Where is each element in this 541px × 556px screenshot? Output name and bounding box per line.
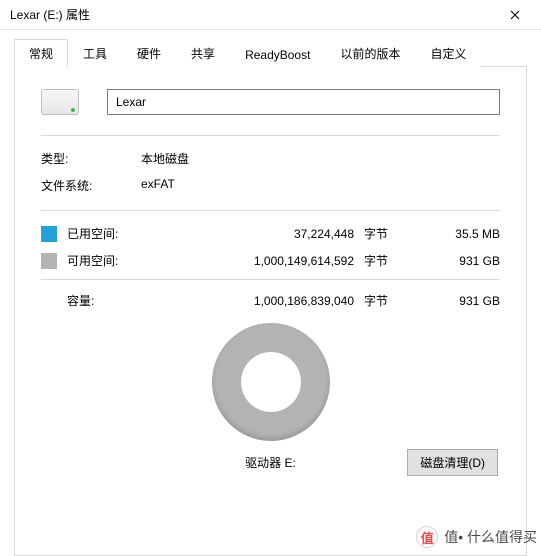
usage-chart-wrap [41,323,500,441]
capacity-bytes: 1,000,186,839,040 [151,294,360,308]
bytes-unit: 字节 [360,252,420,269]
spacer [41,293,57,309]
tab-general[interactable]: 常规 [14,39,68,67]
free-space-label: 可用空间: [67,252,151,269]
disk-cleanup-button[interactable]: 磁盘清理(D) [407,449,498,476]
used-space-human: 35.5 MB [420,227,500,241]
drive-name-input[interactable] [107,89,500,115]
free-space-bytes: 1,000,149,614,592 [151,254,360,268]
drive-letter-label: 驱动器 E: [245,454,296,471]
titlebar: Lexar (E:) 属性 [0,0,541,30]
tab-customize[interactable]: 自定义 [415,39,481,67]
close-button[interactable] [493,1,537,29]
type-label: 类型: [41,150,141,167]
tab-hardware[interactable]: 硬件 [122,39,176,67]
divider [41,210,500,211]
divider [41,135,500,136]
bytes-unit: 字节 [360,225,420,242]
free-space-human: 931 GB [420,254,500,268]
row-type: 类型: 本地磁盘 [41,150,500,167]
window-title: Lexar (E:) 属性 [10,6,90,23]
row-capacity: 容量: 1,000,186,839,040 字节 931 GB [41,292,500,309]
close-icon [510,10,520,20]
tab-readyboost[interactable]: ReadyBoost [230,42,325,67]
bytes-unit: 字节 [360,292,420,309]
drive-icon [41,89,79,115]
used-space-bytes: 37,224,448 [151,227,360,241]
capacity-label: 容量: [67,292,151,309]
type-value: 本地磁盘 [141,150,500,167]
row-free-space: 可用空间: 1,000,149,614,592 字节 931 GB [41,252,500,269]
drive-header-row [41,89,500,115]
usage-donut-chart [212,323,330,441]
footer-row: 驱动器 E: 磁盘清理(D) [41,449,500,476]
free-space-swatch [41,253,57,269]
fs-label: 文件系统: [41,177,141,194]
tab-sharing[interactable]: 共享 [176,39,230,67]
row-used-space: 已用空间: 37,224,448 字节 35.5 MB [41,225,500,242]
capacity-human: 931 GB [420,294,500,308]
content-panel: 类型: 本地磁盘 文件系统: exFAT 已用空间: 37,224,448 字节… [14,66,527,556]
tab-prev-versions[interactable]: 以前的版本 [325,39,415,67]
tab-tools[interactable]: 工具 [68,39,122,67]
tab-bar: 常规 工具 硬件 共享 ReadyBoost 以前的版本 自定义 [0,30,541,66]
row-filesystem: 文件系统: exFAT [41,177,500,194]
used-space-label: 已用空间: [67,225,151,242]
used-space-swatch [41,226,57,242]
divider [41,279,500,280]
fs-value: exFAT [141,177,500,194]
